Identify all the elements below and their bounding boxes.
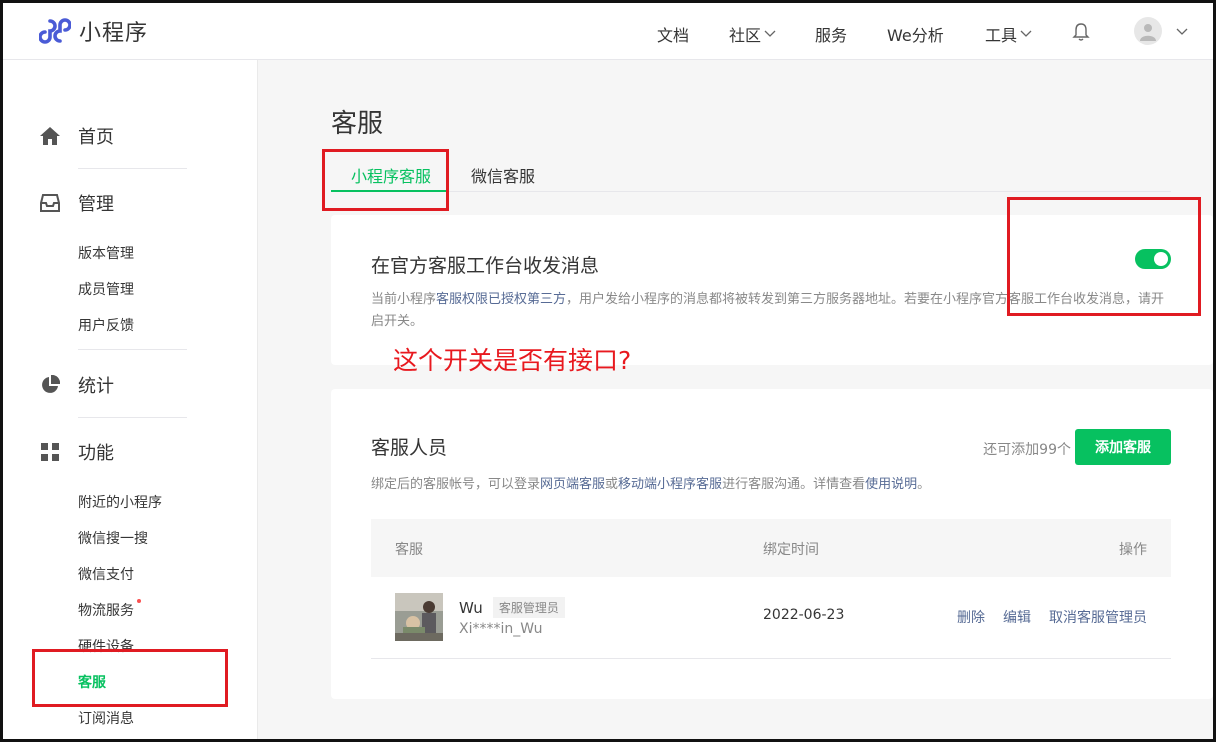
chevron-down-icon (1020, 30, 1032, 37)
nav-docs[interactable]: 文档 (657, 22, 689, 46)
sidebar-group-manage[interactable]: 管理 (39, 190, 114, 216)
sidebar-group-features[interactable]: 功能 (39, 439, 114, 465)
grid-icon (39, 441, 61, 463)
sidebar-group-home[interactable]: 首页 (39, 123, 114, 149)
desc-text: 进行客服沟通。详情查看 (722, 477, 866, 492)
role-badge: 客服管理员 (492, 597, 565, 618)
nav-tools-label: 工具 (985, 26, 1018, 45)
nav-we-analytics-label: We分析 (887, 26, 944, 45)
column-header-bind-time: 绑定时间 (763, 542, 819, 558)
cancel-admin-link[interactable]: 取消客服管理员 (1049, 607, 1147, 627)
web-cs-link[interactable]: 网页端客服 (540, 477, 605, 492)
chevron-down-icon[interactable] (1176, 28, 1188, 36)
annotation-text: 这个开关是否有接口? (393, 346, 632, 375)
sidebar-item-nearby[interactable]: 附近的小程序 (78, 492, 162, 512)
usage-guide-link[interactable]: 使用说明 (865, 477, 917, 492)
authorized-third-party-link[interactable]: 客服权限已授权第三方 (436, 292, 566, 307)
tab-bar: 小程序客服 微信客服 (331, 155, 1171, 192)
add-cs-button[interactable]: 添加客服 (1075, 429, 1171, 465)
annotation-box-toggle (1007, 197, 1201, 316)
divider (78, 417, 187, 418)
row-actions: 删除 编辑 取消客服管理员 (939, 607, 1147, 627)
nav-community-label: 社区 (729, 26, 762, 45)
sidebar-group-label: 首页 (78, 127, 114, 148)
cs-name-text: Wu (459, 598, 483, 617)
sidebar-group-label: 功能 (78, 443, 114, 464)
cs-bind-time: 2022-06-23 (763, 607, 845, 623)
sidebar-group-label: 管理 (78, 194, 114, 215)
divider (78, 168, 187, 169)
cs-name: Wu 客服管理员 (459, 597, 565, 618)
app-title: 小程序 (79, 21, 149, 46)
sidebar-item-label: 物流服务 (78, 603, 134, 619)
annotation-box-tab (322, 149, 449, 211)
edit-link[interactable]: 编辑 (1003, 607, 1031, 627)
nav-services[interactable]: 服务 (815, 22, 847, 46)
staff-title: 客服人员 (371, 437, 448, 459)
nav-services-label: 服务 (815, 26, 848, 45)
nav-docs-label: 文档 (657, 26, 690, 45)
miniprogram-logo-icon (39, 18, 71, 44)
user-silhouette-icon (1140, 24, 1156, 41)
desc-text: 。 (917, 477, 931, 492)
column-header-cs: 客服 (395, 542, 423, 558)
sidebar-item-logistics[interactable]: 物流服务 (78, 599, 141, 620)
cs-avatar-photo (395, 593, 443, 641)
home-icon (39, 125, 61, 147)
sidebar-item-member-manage[interactable]: 成员管理 (78, 279, 134, 299)
sidebar-group-stats[interactable]: 统计 (39, 372, 114, 398)
remaining-count: 还可添加99个 (983, 442, 1071, 458)
desc-text: 当前小程序 (371, 292, 437, 307)
mobile-cs-link[interactable]: 移动端小程序客服 (618, 477, 722, 492)
table-row: Wu 客服管理员 Xi****in_Wu 2022-06-23 删除 编辑 取消… (371, 577, 1171, 659)
top-header: 小程序 文档 社区 服务 We分析 工具 (3, 3, 1213, 60)
column-header-actions: 操作 (1119, 542, 1147, 558)
pie-chart-icon (39, 374, 61, 396)
screenshot-frame: 小程序 文档 社区 服务 We分析 工具 首页 管理 版本管理 成员管理 用户反… (0, 0, 1216, 742)
delete-link[interactable]: 删除 (957, 607, 985, 627)
annotation-box-sidebar (32, 649, 228, 707)
bell-icon[interactable] (1072, 22, 1090, 42)
staff-card: 客服人员 还可添加99个 添加客服 绑定后的客服帐号，可以登录网页端客服或移动端… (331, 389, 1213, 699)
chevron-down-icon (764, 30, 776, 37)
table-header: 客服 绑定时间 操作 (371, 519, 1171, 577)
avatar-icon[interactable] (1134, 17, 1162, 45)
staff-description: 绑定后的客服帐号，可以登录网页端客服或移动端小程序客服进行客服沟通。详情查看使用… (371, 473, 930, 492)
logo[interactable]: 小程序 (39, 15, 148, 47)
nav-tools[interactable]: 工具 (985, 22, 1032, 46)
sidebar-group-label: 统计 (78, 376, 114, 397)
desc-text: 绑定后的客服帐号，可以登录 (371, 477, 541, 492)
sidebar-item-wechat-pay[interactable]: 微信支付 (78, 564, 134, 584)
divider (78, 349, 187, 350)
tab-wechat-cs[interactable]: 微信客服 (471, 163, 535, 187)
page-title: 客服 (331, 109, 384, 139)
workbench-title: 在官方客服工作台收发消息 (371, 255, 600, 277)
sidebar-item-wechat-search[interactable]: 微信搜一搜 (78, 528, 148, 548)
inbox-icon (39, 192, 61, 214)
sidebar-item-subscription[interactable]: 订阅消息 (78, 708, 134, 728)
sidebar-item-user-feedback[interactable]: 用户反馈 (78, 315, 134, 335)
cs-account: Xi****in_Wu (459, 621, 543, 637)
nav-we-analytics[interactable]: We分析 (887, 22, 944, 46)
new-dot-badge (137, 599, 141, 603)
desc-text: 或 (605, 477, 619, 492)
sidebar-item-version-manage[interactable]: 版本管理 (78, 243, 134, 263)
nav-community[interactable]: 社区 (729, 22, 776, 46)
